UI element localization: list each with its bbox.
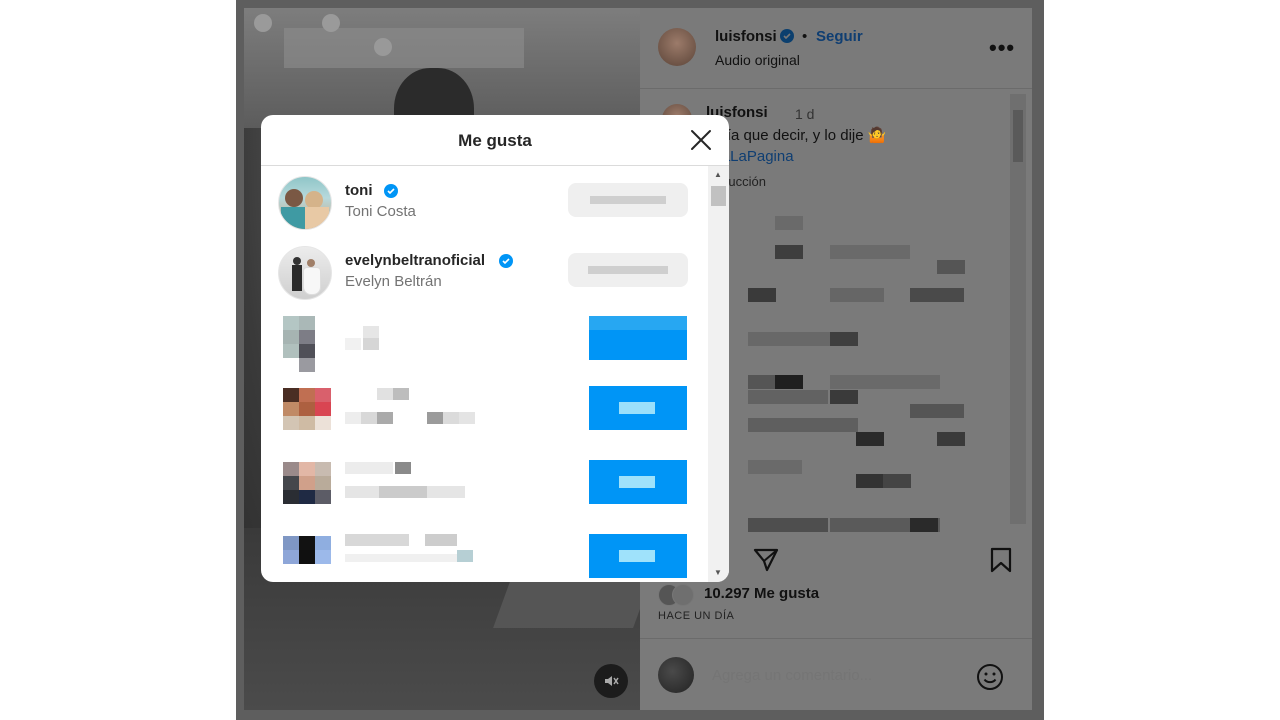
- scroll-thumb[interactable]: [711, 186, 726, 206]
- author-avatar[interactable]: [658, 28, 696, 66]
- audio-label[interactable]: Audio original: [715, 52, 800, 68]
- liker-avatar-pixelated[interactable]: [283, 462, 331, 518]
- likers-list[interactable]: toni Toni Costa evelynbeltranoficial Eve…: [261, 166, 709, 582]
- share-icon[interactable]: [752, 546, 780, 574]
- liker-username[interactable]: toni: [345, 182, 373, 199]
- scroll-down-icon[interactable]: ▼: [714, 568, 722, 577]
- comment-input[interactable]: [710, 666, 944, 685]
- liker-avatar-pixelated[interactable]: [283, 536, 331, 582]
- scroll-up-icon[interactable]: ▲: [714, 170, 722, 179]
- liker-avatar-pixelated[interactable]: [283, 316, 331, 372]
- close-icon[interactable]: [689, 128, 713, 152]
- dialog-title: Me gusta: [458, 131, 532, 150]
- follow-status-button[interactable]: [568, 183, 688, 217]
- comment-bar: [640, 638, 1032, 711]
- likes-scrollbar[interactable]: ▲ ▼: [708, 166, 729, 582]
- liker-row[interactable]: [261, 456, 709, 526]
- dialog-header: Me gusta: [261, 115, 729, 166]
- bookmark-icon[interactable]: [989, 546, 1013, 574]
- separator-dot: •: [802, 28, 808, 45]
- follow-button[interactable]: [589, 534, 687, 578]
- follow-button[interactable]: [589, 386, 687, 430]
- liker-row[interactable]: [261, 382, 709, 452]
- liker-row[interactable]: [261, 308, 709, 378]
- likes-count[interactable]: 10.297 Me gusta: [704, 585, 819, 602]
- liker-avatar[interactable]: [278, 246, 332, 300]
- current-user-avatar: [658, 657, 694, 693]
- verified-icon: [384, 184, 398, 198]
- more-icon[interactable]: •••: [989, 35, 1015, 61]
- follow-button[interactable]: Seguir: [816, 28, 863, 45]
- verified-icon: [499, 254, 513, 268]
- liker-fullname: Evelyn Beltrán: [345, 273, 442, 290]
- liker-username[interactable]: evelynbeltranoficial: [345, 252, 485, 269]
- liker-row[interactable]: evelynbeltranoficial Evelyn Beltrán: [261, 236, 709, 306]
- post-header: luisfonsi • Seguir Audio original •••: [640, 8, 1032, 89]
- post-username[interactable]: luisfonsi: [715, 28, 777, 45]
- caption-time: 1 d: [795, 106, 815, 122]
- caption-text: tenía que decir, y lo dije 🤷: [706, 127, 887, 144]
- liker-avatar-pixelated[interactable]: [283, 388, 331, 444]
- liker-avatar[interactable]: [278, 176, 332, 230]
- mute-button[interactable]: [594, 664, 628, 698]
- emoji-icon[interactable]: [976, 663, 1004, 691]
- comments-scrollbar[interactable]: [1010, 94, 1026, 524]
- liker-row[interactable]: toni Toni Costa: [261, 166, 709, 236]
- post-time-ago: HACE UN DÍA: [658, 610, 735, 622]
- liker-row[interactable]: [261, 530, 709, 582]
- mute-icon: [605, 676, 619, 686]
- follow-button[interactable]: [589, 316, 687, 360]
- liker-fullname: Toni Costa: [345, 203, 416, 220]
- follow-status-button[interactable]: [568, 253, 688, 287]
- follow-button[interactable]: [589, 460, 687, 504]
- verified-icon: [780, 29, 794, 43]
- likes-dialog: Me gusta toni Toni Costa evelynbeltranof…: [261, 115, 729, 582]
